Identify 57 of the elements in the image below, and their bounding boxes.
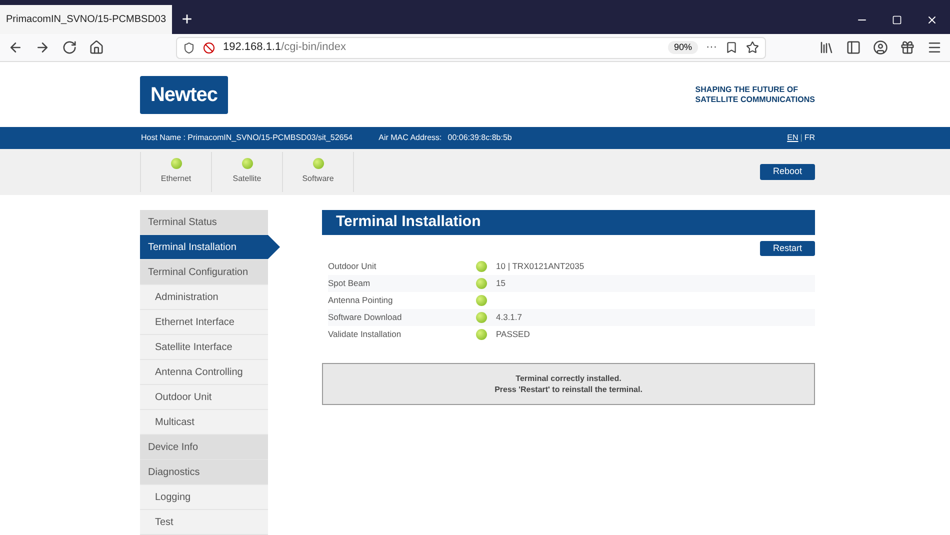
language-separator: | (800, 132, 802, 144)
sidebar-item[interactable]: Ethernet Interface (140, 310, 268, 335)
mac-address: 00:06:39:8c:8b:5b (448, 132, 512, 144)
sidebar-item[interactable]: Outdoor Unit (140, 385, 268, 410)
sidebar-item[interactable]: Terminal Installation (140, 235, 268, 260)
message-box: Terminal correctly installed. Press 'Restart' to reinstall the terminal. (322, 363, 815, 405)
newtec-logo: Newtec (140, 76, 228, 114)
indicator-label: Ethernet (160, 173, 192, 186)
row-label: Spot Beam (328, 277, 372, 290)
tab-title: PrimacomIN_SVNO/15-PCMBSD03 (6, 13, 166, 28)
sidebar-item[interactable]: Terminal Configuration (140, 260, 268, 285)
back-icon[interactable] (8, 40, 23, 56)
row-value: 4.3.1.7 (496, 311, 522, 324)
zoom-level[interactable]: 90% (668, 40, 698, 54)
sidebar-item[interactable]: Diagnostics (140, 460, 268, 485)
close-icon[interactable] (926, 14, 938, 26)
mac-label: Air MAC Address: (378, 132, 442, 144)
more-menu[interactable]: ··· (706, 39, 717, 56)
home-icon[interactable] (89, 40, 104, 56)
sidebar-item[interactable]: Antenna Controlling (140, 360, 268, 385)
star-icon[interactable] (746, 41, 759, 54)
sidebar-item[interactable]: Device Info (140, 435, 268, 460)
host-name: Host Name : PrimacomIN_SVNO/15-PCMBSD03/sit_52654 (141, 132, 353, 144)
sidebar-item[interactable]: Terminal Status (140, 210, 268, 235)
sidebar-item[interactable]: Administration (140, 285, 268, 310)
row-value: PASSED (496, 328, 530, 341)
row-label: Validate Installation (328, 328, 402, 341)
indicator-label: Satellite (232, 173, 262, 186)
sidebar-item[interactable]: Test (140, 510, 268, 535)
new-tab-button[interactable]: + (172, 5, 202, 34)
page-title: Terminal Installation (322, 210, 815, 235)
row-value: 15 (496, 277, 506, 290)
url-text: 192.168.1.1/cgi-bin/index (223, 40, 346, 56)
row-label: Outdoor Unit (328, 260, 378, 273)
language-link[interactable]: FR (804, 132, 815, 144)
account-icon[interactable] (873, 40, 888, 56)
maximize-icon[interactable] (892, 14, 902, 25)
browser-tab[interactable]: PrimacomIN_SVNO/15-PCMBSD03 (0, 5, 172, 34)
shield-icon (183, 42, 195, 54)
gift-icon[interactable] (900, 40, 915, 56)
restart-button[interactable]: Restart (760, 241, 815, 256)
sidebar-item[interactable]: Multicast (140, 410, 268, 435)
sidebar-item[interactable]: Satellite Interface (140, 335, 268, 360)
row-label: Antenna Pointing (328, 294, 394, 307)
language-link[interactable]: EN (787, 132, 798, 144)
indicator-label: Software (302, 173, 334, 186)
tagline: SHAPING THE FUTURE OF SATELLITE COMMUNICATIONS (695, 84, 815, 105)
row-label: Software Download (328, 311, 403, 324)
reboot-button[interactable]: Reboot (760, 164, 815, 180)
row-value: 10 | TRX0121ANT2035 (496, 260, 584, 273)
sidebar-icon[interactable] (846, 40, 861, 56)
address-bar[interactable]: 192.168.1.1/cgi-bin/index 90% ··· (176, 36, 766, 59)
library-icon[interactable] (819, 40, 834, 56)
forward-icon[interactable] (35, 40, 50, 56)
menu-icon[interactable] (927, 40, 942, 56)
reload-icon[interactable] (62, 40, 77, 56)
sidebar-item[interactable]: Logging (140, 485, 268, 510)
